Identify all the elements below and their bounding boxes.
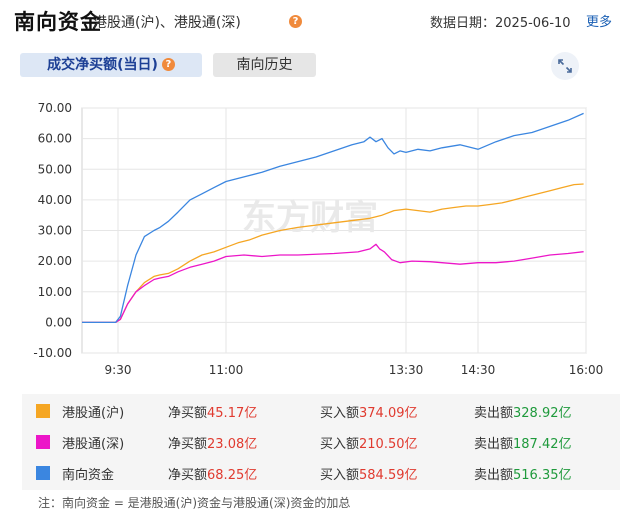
footnote: 注：南向资金 = 是港股通(沪)资金与港股通(深)资金的加总 [38, 496, 351, 510]
x-tick-label: 16:00 [569, 363, 604, 377]
y-tick-label: 10.00 [38, 285, 72, 299]
sell-value: 卖出额187.42亿 [474, 433, 572, 452]
data-date: 数据日期：2025-06-10 [430, 16, 571, 31]
sell-amount: 187.42亿 [513, 437, 572, 452]
y-tick-label: 30.00 [38, 224, 72, 238]
legend-row: 港股通(沪) 净买额45.17亿 买入额374.09亿 卖出额328.92亿 [22, 396, 620, 426]
legend-series-name: 港股通(沪) [62, 406, 125, 421]
x-tick-label: 9:30 [105, 363, 132, 377]
net-amount: 23.08亿 [207, 437, 258, 452]
sell-label: 卖出额 [474, 406, 514, 421]
legend-row: 港股通(深) 净买额23.08亿 买入额210.50亿 卖出额187.42亿 [22, 427, 620, 457]
net-label: 净买额 [168, 468, 208, 483]
tab-southbound-history[interactable]: 南向历史 [213, 53, 316, 77]
sell-label: 卖出额 [474, 437, 514, 452]
sell-value: 卖出额328.92亿 [474, 402, 572, 421]
y-tick-label: 40.00 [38, 193, 72, 207]
expand-icon [558, 59, 572, 73]
y-tick-label: 70.00 [38, 101, 72, 115]
y-tick-label: 20.00 [38, 254, 72, 268]
y-tick-label: 50.00 [38, 162, 72, 176]
watermark: 东方财富 [242, 198, 378, 238]
help-icon[interactable]: ? [161, 57, 175, 71]
net-buy-value: 净买额68.25亿 [168, 464, 257, 483]
sell-label: 卖出额 [474, 468, 514, 483]
x-tick-label: 13:30 [389, 363, 424, 377]
help-icon[interactable]: ? [289, 15, 302, 28]
net-buy-value: 净买额23.08亿 [168, 433, 257, 452]
net-label: 净买额 [168, 406, 208, 421]
expand-button[interactable] [551, 52, 579, 80]
sell-amount: 516.35亿 [513, 468, 572, 483]
header: 南向资金 港股通(沪)、港股通(深) ? 数据日期：2025-06-10 更多 [0, 0, 643, 40]
legend-row: 南向资金 净买额68.25亿 买入额584.59亿 卖出额516.35亿 [22, 458, 620, 488]
sell-value: 卖出额516.35亿 [474, 464, 572, 483]
more-link[interactable]: 更多 [586, 11, 612, 30]
buy-label: 买入额 [320, 437, 360, 452]
buy-amount: 374.09亿 [359, 406, 418, 421]
buy-label: 买入额 [320, 406, 360, 421]
legend-table: 港股通(沪) 净买额45.17亿 买入额374.09亿 卖出额328.92亿 港… [22, 394, 620, 490]
buy-value: 买入额210.50亿 [320, 433, 418, 452]
x-tick-label: 11:00 [209, 363, 244, 377]
net-amount: 68.25亿 [207, 468, 258, 483]
legend-swatch [36, 404, 50, 418]
legend-series-name: 港股通(深) [62, 437, 125, 452]
legend-swatch [36, 435, 50, 449]
y-tick-label: 0.00 [45, 315, 72, 329]
buy-value: 买入额374.09亿 [320, 402, 418, 421]
net-label: 净买额 [168, 437, 208, 452]
tab-net-buy-label: 成交净买额(当日) [47, 57, 158, 73]
tab-history-label: 南向历史 [236, 57, 293, 73]
net-amount: 45.17亿 [207, 406, 258, 421]
legend-swatch [36, 466, 50, 480]
y-tick-label: -10.00 [33, 346, 72, 360]
net-buy-chart: 东方财富 70.00 60.00 50.00 40.00 30.00 20.00 10.00… [33, 101, 604, 377]
buy-label: 买入额 [320, 468, 360, 483]
buy-amount: 210.50亿 [359, 437, 418, 452]
net-buy-value: 净买额45.17亿 [168, 402, 257, 421]
widget-title: 南向资金 [14, 10, 102, 34]
x-tick-label: 14:30 [461, 363, 496, 377]
legend-series-name: 南向资金 [62, 468, 115, 483]
tab-net-buy-today[interactable]: 成交净买额(当日)? [20, 53, 202, 77]
sell-amount: 328.92亿 [513, 406, 572, 421]
widget-subtitle: 港股通(沪)、港股通(深) [93, 15, 241, 31]
y-tick-label: 60.00 [38, 132, 72, 146]
southbound-widget: 南向资金 港股通(沪)、港股通(深) ? 数据日期：2025-06-10 更多 … [0, 0, 643, 510]
buy-value: 买入额584.59亿 [320, 464, 418, 483]
buy-amount: 584.59亿 [359, 468, 418, 483]
series-line-1 [82, 243, 584, 324]
